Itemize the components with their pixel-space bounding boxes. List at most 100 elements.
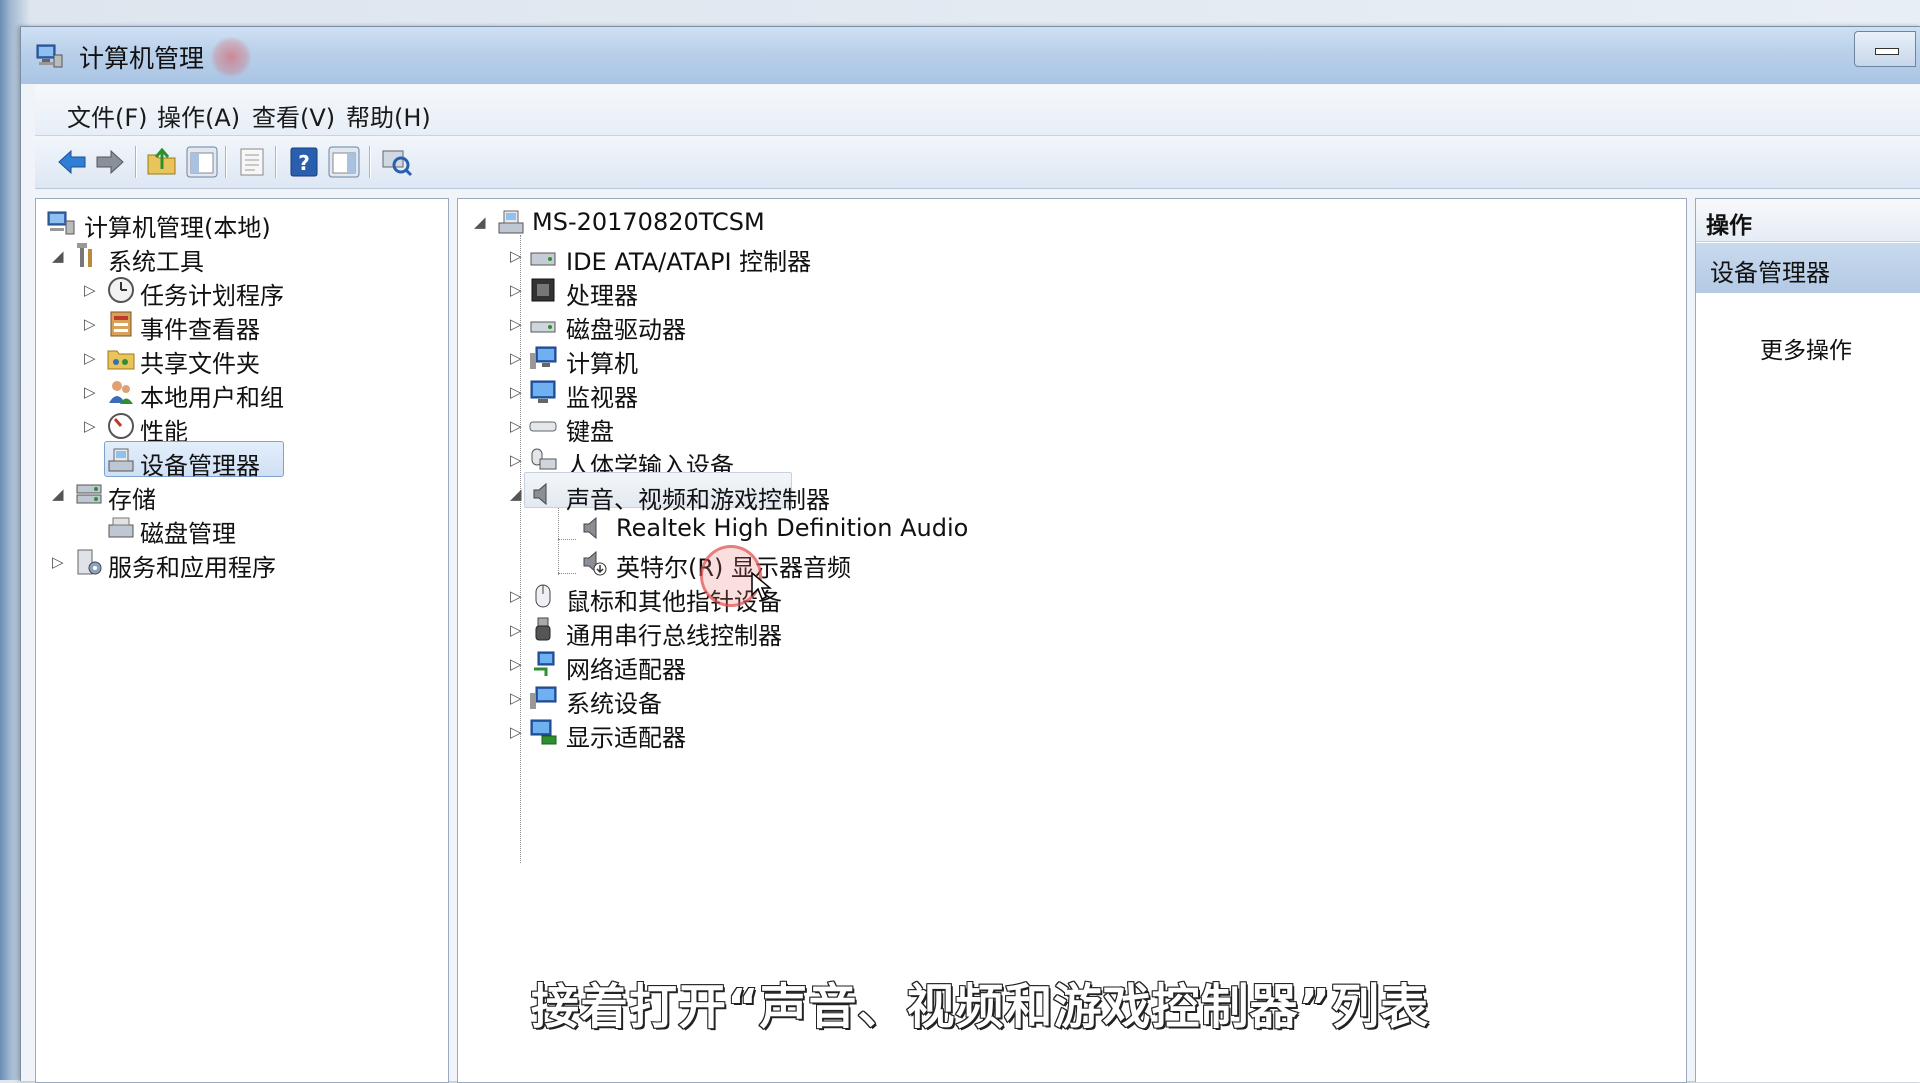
device-category-label: 通用串行总线控制器 <box>566 622 782 650</box>
device-category-label: 显示适配器 <box>566 724 686 752</box>
device-category-usb[interactable]: ▷ 通用串行总线控制器 <box>510 613 1110 650</box>
device-category-label: 系统设备 <box>566 690 662 718</box>
tree-item-task-scheduler[interactable]: ▷ 任务计划程序 <box>82 273 442 310</box>
tree-label: 本地用户和组 <box>140 384 284 412</box>
expand-arrow-icon[interactable]: ▷ <box>84 417 96 435</box>
device-category-label: 磁盘驱动器 <box>566 316 686 344</box>
tree-item-shared-folders[interactable]: ▷ 共享文件夹 <box>82 341 442 378</box>
network-adapter-icon <box>534 651 555 676</box>
more-actions-link[interactable]: 更多操作 <box>1760 331 1852 365</box>
menu-file[interactable]: 文件(F) <box>67 98 148 133</box>
tree-label: 任务计划程序 <box>140 282 284 310</box>
tree-item-performance[interactable]: ▷ 性能 <box>82 409 442 446</box>
device-category-disk-drives[interactable]: ▷ 磁盘驱动器 <box>510 307 1110 344</box>
up-folder-icon[interactable] <box>145 145 179 179</box>
tree-item-local-users-groups[interactable]: ▷ 本地用户和组 <box>82 375 442 412</box>
device-category-system-devices[interactable]: ▷ 系统设备 <box>510 681 1110 718</box>
expand-arrow-icon[interactable]: ▷ <box>510 247 522 265</box>
collapse-arrow-icon[interactable]: ◢ <box>52 485 64 503</box>
device-category-sound-video-game[interactable]: ◢ 声音、视频和游戏控制器 <box>510 477 1110 514</box>
expand-arrow-icon[interactable]: ▷ <box>510 655 522 673</box>
expand-arrow-icon[interactable]: ▷ <box>84 315 96 333</box>
expand-arrow-icon[interactable]: ▷ <box>84 281 96 299</box>
users-icon <box>109 381 133 404</box>
expand-arrow-icon[interactable]: ▷ <box>510 349 522 367</box>
device-category-label: 处理器 <box>566 282 638 310</box>
tree-label: 磁盘管理 <box>140 520 236 548</box>
computer-management-icon <box>47 211 75 235</box>
window-title: 计算机管理 <box>79 44 205 73</box>
device-category-monitors[interactable]: ▷ 监视器 <box>510 375 1110 412</box>
collapse-arrow-icon[interactable]: ◢ <box>52 247 64 265</box>
device-tree-root[interactable]: ◢ MS-20170820TCSM <box>474 205 974 239</box>
speaker-icon <box>583 516 597 540</box>
scan-hardware-icon[interactable] <box>379 145 413 179</box>
toolbar-separator <box>135 146 136 178</box>
device-category-display-adapters[interactable]: ▷ 显示适配器 <box>510 715 1110 752</box>
tree-item-system-tools[interactable]: ◢ 系统工具 <box>50 239 440 276</box>
expand-arrow-icon[interactable]: ▷ <box>510 281 522 299</box>
expand-arrow-icon[interactable]: ▷ <box>510 451 522 469</box>
device-manager-icon <box>108 448 134 472</box>
tree-item-storage[interactable]: ◢ 存储 <box>50 477 440 514</box>
menu-view[interactable]: 查看(V) <box>252 98 335 133</box>
tree-connector-line <box>558 505 559 575</box>
tree-item-disk-management[interactable]: 磁盘管理 <box>82 511 442 548</box>
device-category-label: 网络适配器 <box>566 656 686 684</box>
computer-icon <box>530 346 557 369</box>
processor-icon <box>531 278 555 302</box>
device-category-network-adapters[interactable]: ▷ 网络适配器 <box>510 647 1110 684</box>
computer-icon <box>498 210 524 234</box>
audio-device-intel-display-audio[interactable]: 英特尔(R) 显示器音频 <box>578 545 1178 582</box>
tree-root-computer-management[interactable]: 计算机管理(本地) <box>42 205 442 242</box>
device-category-ide[interactable]: ▷ IDE ATA/ATAPI 控制器 <box>510 239 1110 276</box>
title-bar[interactable]: 计算机管理 <box>21 27 1920 84</box>
device-category-label: 键盘 <box>566 418 614 446</box>
expand-arrow-icon[interactable]: ▷ <box>84 349 96 367</box>
tree-label: 系统工具 <box>108 248 204 276</box>
toolbar-separator <box>275 146 276 178</box>
device-category-processor[interactable]: ▷ 处理器 <box>510 273 1110 310</box>
tree-item-services-applications[interactable]: ▷ 服务和应用程序 <box>50 545 440 582</box>
device-category-computer[interactable]: ▷ 计算机 <box>510 341 1110 378</box>
menu-action[interactable]: 操作(A) <box>157 98 240 133</box>
expand-arrow-icon[interactable]: ▷ <box>510 621 522 639</box>
expand-arrow-icon[interactable]: ▷ <box>510 723 522 741</box>
collapse-arrow-icon[interactable]: ◢ <box>474 213 486 231</box>
tree-item-device-manager[interactable]: 设备管理器 <box>82 443 442 480</box>
mouse-cursor-icon <box>751 571 772 601</box>
device-category-mice[interactable]: ▷ 鼠标和其他指针设备 <box>510 579 1110 616</box>
expand-arrow-icon[interactable]: ▷ <box>510 383 522 401</box>
expand-arrow-icon[interactable]: ▷ <box>84 383 96 401</box>
shared-folder-icon <box>107 350 135 370</box>
tree-label: 计算机管理(本地) <box>84 214 271 242</box>
tree-label: 共享文件夹 <box>140 350 260 378</box>
forward-icon[interactable] <box>93 145 127 179</box>
expand-arrow-icon[interactable]: ▷ <box>510 315 522 333</box>
help-icon[interactable]: ? <box>287 145 321 179</box>
collapse-arrow-icon[interactable]: ◢ <box>510 485 522 503</box>
expand-arrow-icon[interactable]: ▷ <box>510 417 522 435</box>
show-hide-tree-icon[interactable] <box>185 145 219 179</box>
audio-device-realtek[interactable]: Realtek High Definition Audio <box>578 511 1178 545</box>
system-device-icon <box>530 686 557 709</box>
display-adapter-icon <box>530 719 557 745</box>
menu-bar: 文件(F) 操作(A) 查看(V) 帮助(H) <box>35 85 1920 136</box>
menu-help[interactable]: 帮助(H) <box>346 98 431 133</box>
expand-arrow-icon[interactable]: ▷ <box>52 553 64 571</box>
device-category-keyboards[interactable]: ▷ 键盘 <box>510 409 1110 446</box>
show-hide-action-pane-icon[interactable] <box>327 145 361 179</box>
back-icon[interactable] <box>55 145 89 179</box>
ide-controller-icon <box>530 252 556 266</box>
navigation-tree-pane: 计算机管理(本地) ◢ 系统工具 ▷ 任务计划程序 ▷ 事件查看器 ▷ 共享文件… <box>35 198 449 1083</box>
tree-connector-line <box>558 573 576 574</box>
expand-arrow-icon[interactable]: ▷ <box>510 689 522 707</box>
properties-icon[interactable] <box>235 145 269 179</box>
computer-management-icon <box>36 44 63 68</box>
device-category-label: 声音、视频和游戏控制器 <box>566 486 830 514</box>
actions-section-device-manager[interactable]: 设备管理器 <box>1696 243 1920 293</box>
tree-item-event-viewer[interactable]: ▷ 事件查看器 <box>82 307 442 344</box>
expand-arrow-icon[interactable]: ▷ <box>510 587 522 605</box>
minimize-button[interactable] <box>1854 31 1916 67</box>
device-category-label: 监视器 <box>566 384 638 412</box>
